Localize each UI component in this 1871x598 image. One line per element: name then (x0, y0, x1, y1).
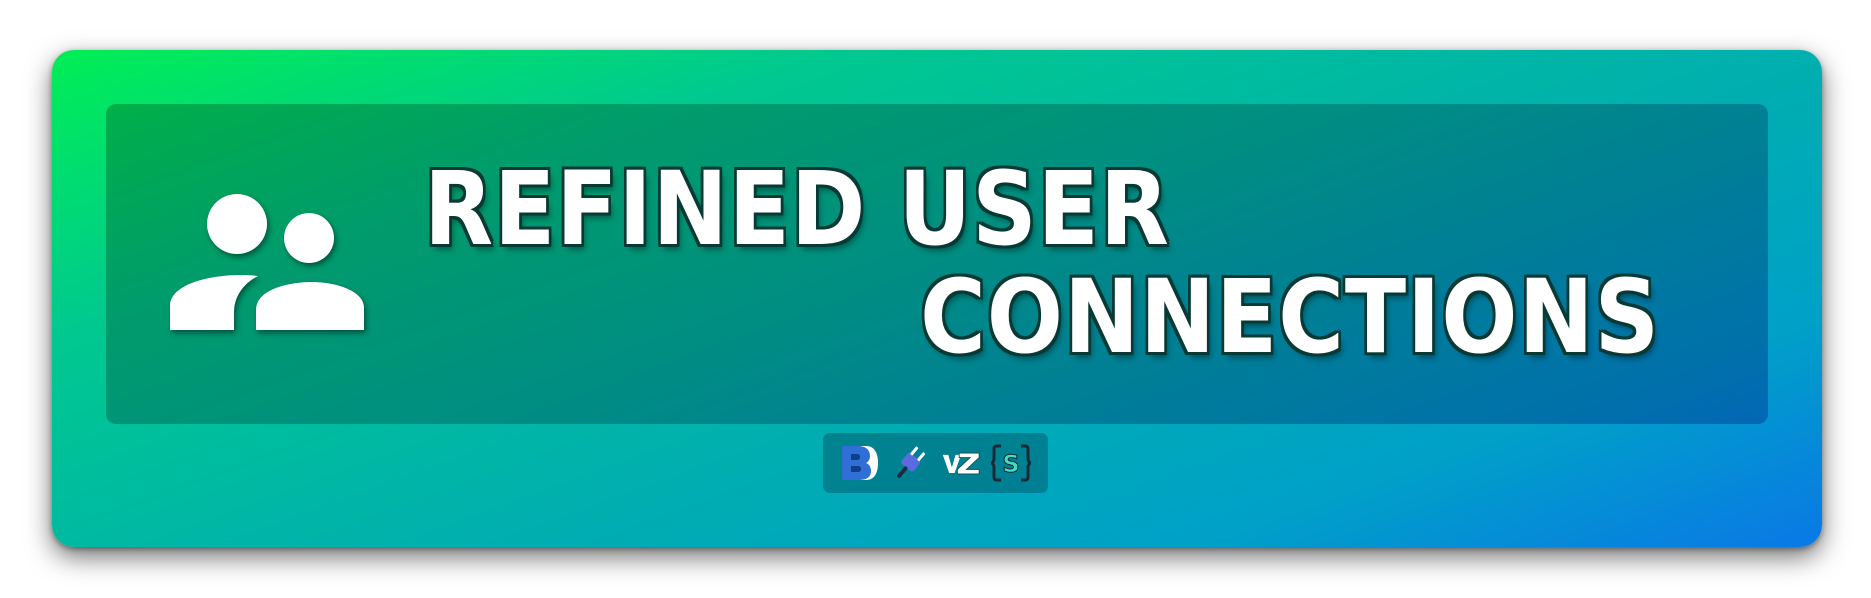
s-badge-text: S (1003, 450, 1020, 478)
vz-icon[interactable] (941, 442, 981, 484)
title-line-2: CONNECTIONS (920, 258, 1660, 377)
betterdiscord-icon[interactable] (840, 442, 880, 484)
s-bracket-icon[interactable]: S (991, 442, 1032, 484)
title-line-1: REFINED USER (424, 150, 1170, 269)
badge-bar: S (823, 433, 1048, 493)
users-icon (170, 194, 364, 330)
plug-icon[interactable] (890, 442, 930, 484)
